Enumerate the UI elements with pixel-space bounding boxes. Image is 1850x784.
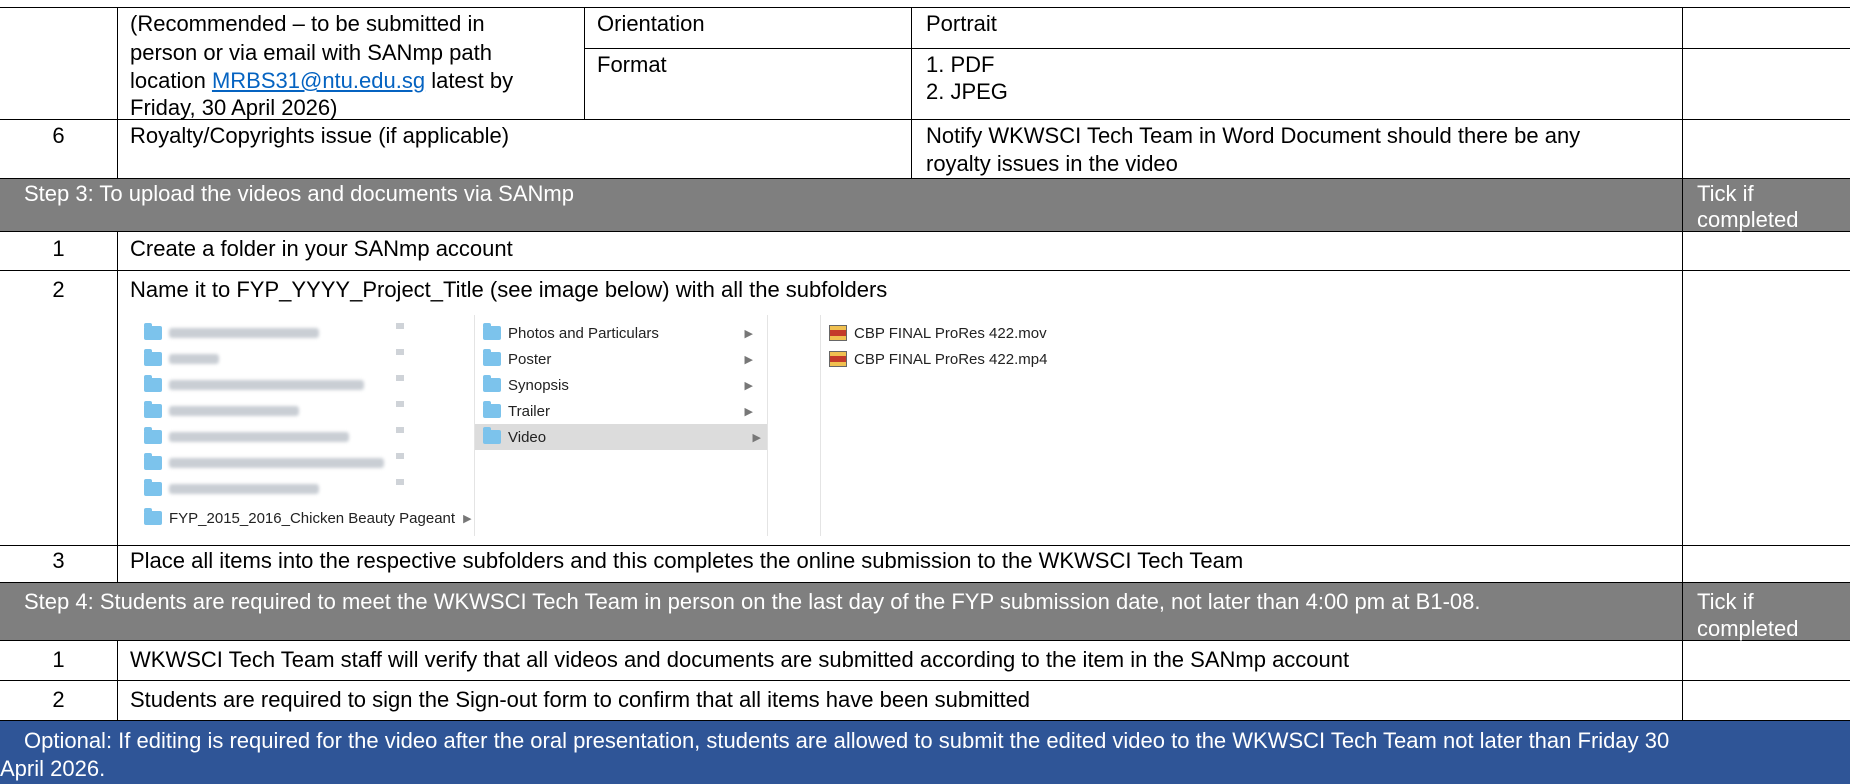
chevron-right-icon: ▶ — [752, 431, 761, 444]
finder-blurred-folder — [144, 346, 229, 372]
email-link[interactable]: MRBS31@ntu.edu.sg — [212, 68, 425, 93]
video-file-icon — [829, 325, 847, 341]
col-divider — [1682, 641, 1683, 721]
finder-column-divider — [820, 315, 821, 536]
submit-note-deadline: latest by — [425, 68, 514, 93]
finder-file: CBP FINAL ProRes 422.mp4 — [829, 346, 1047, 372]
finder-subfolder: Trailer ▶ — [483, 398, 759, 424]
finder-blurred-folder — [144, 372, 374, 398]
finder-subfolder: Poster ▶ — [483, 346, 759, 372]
row-divider — [0, 545, 1850, 546]
step3-row3-text: Place all items into the respective subf… — [130, 548, 1244, 573]
row6-item: Royalty/Copyrights issue (if applicable) — [130, 123, 510, 148]
step4-tick-line-2: completed — [1697, 616, 1799, 641]
step3-row1-number: 1 — [52, 236, 65, 261]
col-divider — [584, 7, 585, 119]
step3-row2-number: 2 — [52, 277, 65, 302]
folder-icon — [483, 349, 501, 366]
col-divider — [1682, 582, 1683, 641]
col-divider — [1682, 178, 1683, 232]
row-divider — [584, 48, 1850, 49]
finder-column-divider — [767, 315, 768, 536]
col-divider — [1682, 232, 1683, 588]
chevron-right-icon: ▶ — [744, 327, 753, 340]
orientation-label: Orientation — [597, 11, 705, 36]
step3-row3-number: 3 — [52, 548, 65, 573]
chevron-right-icon: ▶ — [744, 405, 753, 418]
folder-icon — [144, 508, 162, 525]
folder-icon — [483, 401, 501, 418]
finder-blurred-folder — [144, 398, 309, 424]
submit-note-line-1: (Recommended – to be submitted in — [130, 11, 485, 36]
col-divider — [117, 232, 118, 588]
chevron-right-icon: ▶ — [744, 379, 753, 392]
chevron-right-icon: ▶ — [744, 353, 753, 366]
step3-tick-line-1: Tick if — [1697, 181, 1754, 206]
step3-title: Step 3: To upload the videos and documen… — [24, 181, 574, 206]
step3-tick-line-2: completed — [1697, 207, 1799, 232]
step4-row2-text: Students are required to sign the Sign-o… — [130, 687, 1031, 712]
step4-tick-line-1: Tick if — [1697, 589, 1754, 614]
folder-icon — [483, 323, 501, 340]
step4-row2-number: 2 — [52, 687, 65, 712]
finder-blurred-indicators — [396, 323, 404, 503]
finder-blurred-folder — [144, 450, 394, 476]
finder-blurred-folder — [144, 476, 329, 502]
step4-title: Step 4: Students are required to meet th… — [24, 589, 1481, 614]
format-label: Format — [597, 52, 667, 77]
finder-screenshot: FYP_2015_2016_Chicken Beauty Pageant ▶ P… — [134, 315, 830, 536]
row-divider — [0, 680, 1850, 681]
row6-number: 6 — [52, 123, 65, 148]
col-divider — [911, 7, 912, 179]
finder-blurred-folder — [144, 320, 329, 346]
optional-line-2: April 2026. — [0, 756, 106, 781]
video-file-icon — [829, 351, 847, 367]
finder-blurred-folder — [144, 424, 359, 450]
optional-line-1: Optional: If editing is required for the… — [24, 728, 1670, 753]
col-divider — [117, 7, 118, 179]
format-value-1: 1. PDF — [926, 52, 995, 77]
finder-subfolder: Synopsis ▶ — [483, 372, 759, 398]
chevron-right-icon: ▶ — [463, 512, 472, 525]
row6-note-line-2: royalty issues in the video — [926, 151, 1178, 176]
submit-note-line-4: Friday, 30 April 2026) — [130, 95, 338, 120]
submit-note-location-label: location — [130, 68, 212, 93]
finder-project-folder: FYP_2015_2016_Chicken Beauty Pageant ▶ — [144, 505, 472, 531]
row6-note-line-1: Notify WKWSCI Tech Team in Word Document… — [926, 123, 1581, 148]
step3-row2-text: Name it to FYP_YYYY_Project_Title (see i… — [130, 277, 888, 302]
finder-file: CBP FINAL ProRes 422.mov — [829, 320, 1047, 346]
col-divider — [1682, 7, 1683, 179]
folder-icon — [483, 427, 501, 444]
document-page: (Recommended – to be submitted in person… — [0, 0, 1850, 784]
step4-row1-number: 1 — [52, 647, 65, 672]
submit-note-line-2: person or via email with SANmp path — [130, 40, 492, 65]
finder-column-projects: FYP_2015_2016_Chicken Beauty Pageant ▶ — [134, 315, 474, 536]
finder-project-folder-label: FYP_2015_2016_Chicken Beauty Pageant — [169, 509, 456, 527]
finder-column-files: CBP FINAL ProRes 422.mov CBP FINAL ProRe… — [829, 315, 1139, 375]
format-value-2: 2. JPEG — [926, 79, 1008, 104]
finder-subfolder: Photos and Particulars ▶ — [483, 320, 759, 346]
finder-subfolder-selected: Video ▶ — [475, 424, 767, 450]
submit-note-line-3: location MRBS31@ntu.edu.sg latest by — [130, 67, 513, 95]
orientation-value: Portrait — [926, 11, 997, 36]
folder-icon — [483, 375, 501, 392]
step4-row1-text: WKWSCI Tech Team staff will verify that … — [130, 647, 1350, 672]
step3-row1-text: Create a folder in your SANmp account — [130, 236, 513, 261]
col-divider — [117, 641, 118, 721]
row-divider — [0, 270, 1850, 271]
finder-column-subfolders: Photos and Particulars ▶ Poster ▶ Synopsis… — [475, 315, 767, 536]
